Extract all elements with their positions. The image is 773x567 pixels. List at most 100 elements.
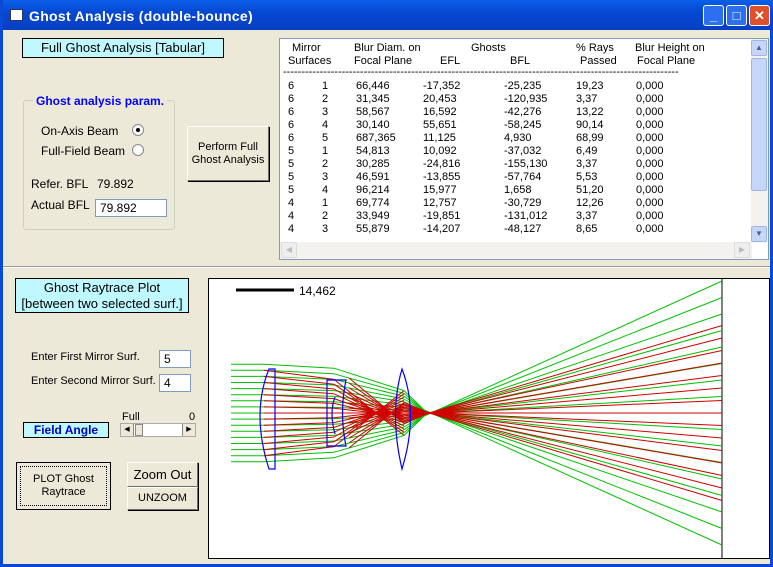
table-cell: -120,935	[504, 93, 548, 105]
table-cell: 0,000	[636, 119, 664, 131]
slider-left-label: Full	[122, 411, 140, 423]
tabular-header: Full Ghost Analysis [Tabular]	[22, 38, 224, 58]
table-cell: 54,813	[356, 145, 390, 157]
slider-thumb[interactable]	[135, 424, 143, 436]
table-cell: 5	[288, 184, 295, 196]
table-cell: -13,855	[423, 171, 461, 183]
maximize-button[interactable]: □	[726, 5, 747, 26]
vertical-scrollbar[interactable]: ▲ ▼	[751, 39, 768, 243]
table-cell: 4	[322, 119, 329, 131]
table-cell: 58,567	[356, 106, 390, 118]
table-cell: 33,949	[356, 210, 390, 222]
column-header: Blur Diam. on	[354, 42, 421, 54]
table-cell: 1	[322, 145, 329, 157]
table-cell: 0,000	[636, 184, 664, 196]
table-row[interactable]: 5 3 46,591 -13,855 -57,764 5,53 0,000	[280, 171, 750, 184]
table-cell: 69,774	[356, 197, 390, 209]
scroll-down-button[interactable]: ▼	[751, 226, 767, 242]
table-cell: 6	[288, 93, 295, 105]
slider-right-label: 0	[189, 411, 196, 423]
table-cell: 3	[322, 223, 329, 235]
title-bar[interactable]: Ghost Analysis (double-bounce) _ □ ✕	[3, 0, 773, 30]
ghost-ray	[428, 350, 723, 414]
table-cell: -37,032	[504, 145, 542, 157]
unzoom-button[interactable]: UNZOOM	[127, 487, 198, 510]
scroll-right-button[interactable]: ▶	[734, 242, 750, 258]
scroll-thumb[interactable]	[751, 58, 767, 191]
table-cell: 10,092	[423, 145, 457, 157]
table-cell: 3,37	[576, 210, 598, 222]
minimize-button[interactable]: _	[703, 5, 724, 26]
on-axis-radio[interactable]	[132, 124, 144, 136]
raytrace-plot[interactable]: 14,462	[208, 278, 770, 559]
first-mirror-input[interactable]: 5	[159, 350, 191, 368]
table-cell: 0,000	[636, 223, 664, 235]
table-cell: 5	[288, 158, 295, 170]
scroll-up-button[interactable]: ▲	[751, 40, 767, 56]
ghost-ray	[428, 387, 723, 414]
plot-raytrace-button[interactable]: PLOT Ghost Raytrace	[16, 462, 111, 510]
table-cell: 4	[322, 184, 329, 196]
table-cell: 3,37	[576, 93, 598, 105]
ghost-ray	[428, 325, 723, 414]
actual-bfl-input[interactable]: 79.892	[95, 199, 167, 217]
table-cell: 46,591	[356, 171, 390, 183]
table-row[interactable]: 4 1 69,774 12,757 -30,729 12,26 0,000	[280, 197, 750, 210]
button-line: Perform Full	[198, 141, 258, 153]
scroll-left-button[interactable]: ◀	[281, 242, 297, 258]
table-cell: 30,140	[356, 119, 390, 131]
table-cell: 6	[288, 132, 295, 144]
table-cell: 51,20	[576, 184, 604, 196]
perform-analysis-button[interactable]: Perform Full Ghost Analysis	[187, 126, 269, 181]
window-title: Ghost Analysis (double-bounce)	[29, 8, 253, 24]
table-cell: 4	[288, 210, 295, 222]
table-cell: 68,99	[576, 132, 604, 144]
second-mirror-input[interactable]: 4	[159, 374, 191, 392]
table-row[interactable]: 4 2 33,949 -19,851 -131,012 3,37 0,000	[280, 210, 750, 223]
table-cell: -14,207	[423, 223, 461, 235]
column-header: Blur Height on	[635, 42, 705, 54]
table-row[interactable]: 5 2 30,285 -24,816 -155,130 3,37 0,000	[280, 158, 750, 171]
field-angle-slider[interactable]: ◀ ▶	[120, 423, 196, 437]
refer-bfl-value: 79.892	[97, 177, 134, 191]
table-cell: -24,816	[423, 158, 461, 170]
table-cell: 5,53	[576, 171, 598, 183]
table-row[interactable]: 5 4 96,214 15,977 1,658 51,20 0,000	[280, 184, 750, 197]
table-cell: -42,276	[504, 106, 542, 118]
raytrace-header: Ghost Raytrace Plot [between two selecte…	[15, 278, 189, 313]
table-cell: 1,658	[504, 184, 532, 196]
table-cell: 0,000	[636, 93, 664, 105]
slider-right-arrow[interactable]: ▶	[182, 424, 195, 436]
header-line: [between two selected surf.]	[21, 296, 183, 311]
primary-ray	[423, 379, 723, 415]
table-cell: 0,000	[636, 197, 664, 209]
table-cell: -48,127	[504, 223, 542, 235]
table-cell: 0,000	[636, 106, 664, 118]
table-cell: 31,345	[356, 93, 390, 105]
field-angle-label: Field Angle	[23, 422, 109, 438]
table-cell: 0,000	[636, 145, 664, 157]
column-header: Mirror	[292, 42, 321, 54]
table-row[interactable]: 4 3 55,879 -14,207 -48,127 8,65 0,000	[280, 223, 750, 236]
full-field-radio[interactable]	[132, 144, 144, 156]
table-cell: 0,000	[636, 132, 664, 144]
zoom-out-button[interactable]: Zoom Out	[127, 462, 198, 487]
slider-left-arrow[interactable]: ◀	[121, 424, 134, 436]
table-row[interactable]: 6 3 58,567 16,592 -42,276 13,22 0,000	[280, 106, 750, 119]
table-row[interactable]: 6 2 31,345 20,453 -120,935 3,37 0,000	[280, 93, 750, 106]
ghost-ray	[428, 412, 723, 426]
primary-ray	[423, 410, 723, 513]
table-row[interactable]: 6 5 687,365 11,125 4,930 68,99 0,000	[280, 132, 750, 145]
scale-label: 14,462	[299, 284, 336, 298]
table-row[interactable]: 5 1 54,813 10,092 -37,032 6,49 0,000	[280, 145, 750, 158]
button-line: Ghost Analysis	[191, 154, 265, 166]
second-mirror-label: Enter Second Mirror Surf.	[31, 375, 156, 387]
close-button[interactable]: ✕	[749, 5, 770, 26]
ghost-ray	[428, 400, 723, 414]
column-header: Ghosts	[471, 42, 506, 54]
horizontal-scrollbar[interactable]: ◀ ▶	[280, 242, 752, 259]
app-icon	[10, 9, 23, 21]
table-row[interactable]: 6 4 30,140 55,651 -58,245 90,14 0,000	[280, 119, 750, 132]
ghost-results-table[interactable]: Mirror Surfaces Blur Diam. on Focal Plane Gh…	[279, 38, 769, 260]
table-row[interactable]: 6 1 66,446 -17,352 -25,235 19,23 0,000	[280, 80, 750, 93]
